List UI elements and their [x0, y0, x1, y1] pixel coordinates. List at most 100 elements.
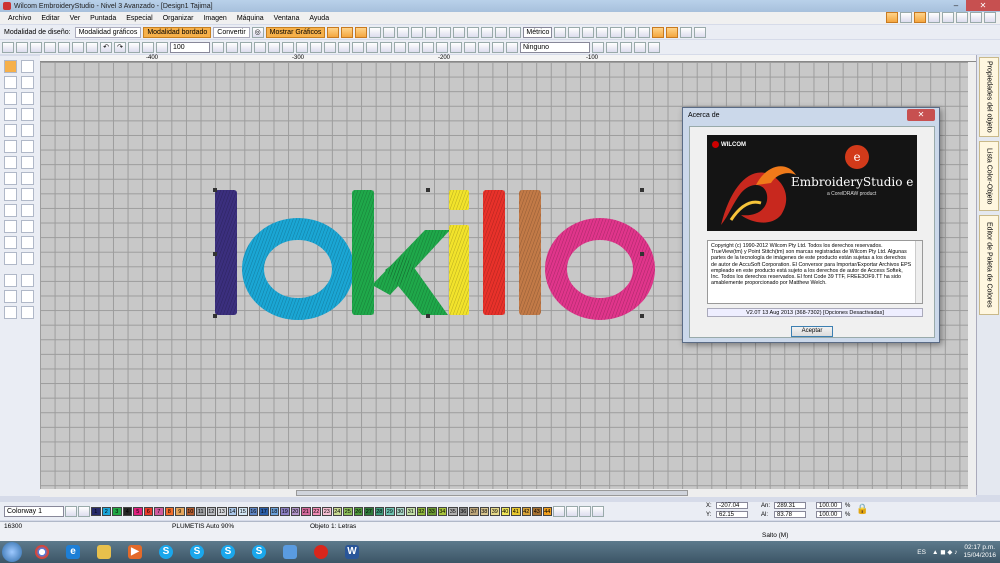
color-tool-icon[interactable]: [4, 290, 17, 303]
menu-editar[interactable]: Editar: [41, 15, 59, 22]
align-center-icon[interactable]: [268, 41, 280, 53]
selection-handle[interactable]: [213, 188, 217, 192]
color-swatch[interactable]: 5: [133, 506, 143, 516]
colorway-settings-icon[interactable]: [65, 505, 77, 517]
preview-icon[interactable]: [492, 41, 504, 53]
embroidery-mode-button[interactable]: Modalidad bordado: [143, 26, 212, 38]
license-text-box[interactable]: Copyright (c) 1990-2012 Wilcom Pty Ltd. …: [707, 240, 923, 304]
record-icon[interactable]: [408, 41, 420, 53]
paint-taskbar-icon[interactable]: [276, 542, 304, 562]
color-swatch[interactable]: 6: [143, 506, 153, 516]
effects-icon[interactable]: [680, 26, 693, 38]
selection-handle[interactable]: [426, 188, 430, 192]
convert-tool-icon[interactable]: [21, 236, 34, 249]
minimize-button[interactable]: –: [946, 0, 966, 11]
cut-tool-icon[interactable]: [58, 41, 70, 53]
add-color-icon[interactable]: [553, 505, 565, 517]
align-left-icon[interactable]: [254, 41, 266, 53]
menu-ver[interactable]: Ver: [70, 15, 81, 22]
new-icon[interactable]: [2, 41, 14, 53]
letter-i[interactable]: [449, 190, 469, 315]
lettering-icon[interactable]: [652, 26, 665, 38]
color-swatch[interactable]: 7: [154, 506, 164, 516]
chrome-taskbar-icon[interactable]: [28, 542, 56, 562]
weld-tool-icon[interactable]: [4, 236, 17, 249]
color-swatch[interactable]: 22: [311, 506, 321, 516]
media-player-taskbar-icon[interactable]: ▶: [121, 542, 149, 562]
color-swatch[interactable]: 21: [301, 506, 311, 516]
stamp-tool-icon[interactable]: [21, 188, 34, 201]
outline-tool-icon[interactable]: [4, 306, 17, 319]
ie-taskbar-icon[interactable]: e: [59, 542, 87, 562]
menu-maquina[interactable]: Máquina: [237, 15, 264, 22]
skype-taskbar-icon[interactable]: S: [152, 542, 180, 562]
motif-tool-icon[interactable]: [4, 188, 17, 201]
monogram-tool-icon[interactable]: [21, 156, 34, 169]
repeat-icon[interactable]: [596, 26, 609, 38]
bezier-tool-icon[interactable]: [21, 124, 34, 137]
width-field[interactable]: 289.31: [774, 502, 806, 509]
color-swatch[interactable]: 32: [416, 506, 426, 516]
zoom-fit-icon[interactable]: [212, 41, 224, 53]
selection-handle[interactable]: [640, 188, 644, 192]
table-icon[interactable]: [956, 12, 968, 23]
color-swatch[interactable]: 23: [322, 506, 332, 516]
color-swatch[interactable]: 33: [427, 506, 437, 516]
zoom-icon[interactable]: [128, 41, 140, 53]
color-swatch[interactable]: 20: [290, 506, 300, 516]
reshape-tool-icon[interactable]: [21, 60, 34, 73]
color-swatch[interactable]: 34: [437, 506, 447, 516]
satin-tool-icon[interactable]: [4, 92, 17, 105]
monitor-icon[interactable]: [942, 12, 954, 23]
open-icon[interactable]: [16, 41, 28, 53]
lasso-tool-icon[interactable]: [21, 204, 34, 217]
color-swatch[interactable]: 26: [353, 506, 363, 516]
language-indicator[interactable]: ES: [917, 549, 926, 556]
color-swatch[interactable]: 41: [511, 506, 521, 516]
letter-l-3[interactable]: [519, 190, 541, 315]
x-field[interactable]: -207.04: [716, 502, 748, 509]
explorer-taskbar-icon[interactable]: [90, 542, 118, 562]
hoop-select[interactable]: Ninguno: [520, 41, 590, 53]
color-swatch[interactable]: 10: [185, 506, 195, 516]
color-swatch[interactable]: 40: [500, 506, 510, 516]
letter-l-2[interactable]: [483, 190, 505, 315]
stack-icon[interactable]: [648, 41, 660, 53]
letter-o-1[interactable]: [242, 218, 354, 320]
word-taskbar-icon[interactable]: W: [338, 542, 366, 562]
height-field[interactable]: 83.78: [774, 511, 806, 518]
trim-tool-icon[interactable]: [4, 108, 17, 121]
lock-icon[interactable]: [970, 12, 982, 23]
embroidery-lettering[interactable]: [200, 185, 660, 320]
arrange-icon[interactable]: [366, 41, 378, 53]
color-icon[interactable]: [914, 12, 926, 23]
menu-imagen[interactable]: Imagen: [203, 15, 226, 22]
menu-organizar[interactable]: Organizar: [163, 15, 194, 22]
stitch-icon[interactable]: [900, 12, 912, 23]
color-swatch[interactable]: 13: [217, 506, 227, 516]
color-swatch[interactable]: 36: [458, 506, 468, 516]
colorway-select[interactable]: Colorway 1: [4, 505, 64, 517]
skype-taskbar-icon[interactable]: S: [183, 542, 211, 562]
knife-tool-icon[interactable]: [4, 220, 17, 233]
applique-tool-icon[interactable]: [4, 172, 17, 185]
layout-icon[interactable]: [634, 41, 646, 53]
lock-ratio-icon[interactable]: 🔒: [856, 504, 868, 515]
selection-handle[interactable]: [426, 314, 430, 318]
skype-taskbar-icon[interactable]: S: [214, 542, 242, 562]
text-tool-icon[interactable]: [4, 156, 17, 169]
grid-icon[interactable]: [928, 12, 940, 23]
group-icon[interactable]: [296, 41, 308, 53]
select-tool-icon[interactable]: [4, 60, 17, 73]
color-swatch[interactable]: 14: [227, 506, 237, 516]
ruler-icon[interactable]: [509, 26, 522, 38]
circle-tool-icon[interactable]: [4, 140, 17, 153]
color-swatch[interactable]: 44: [542, 506, 552, 516]
vertical-scrollbar[interactable]: [968, 62, 976, 489]
oval-tool-icon[interactable]: [4, 252, 17, 265]
hide-icon[interactable]: [592, 505, 604, 517]
color-object-list-tab[interactable]: Lista Color-Objeto: [979, 141, 999, 211]
show-graphics-button[interactable]: Mostrar Gráficos: [265, 26, 326, 38]
frame-icon[interactable]: [467, 26, 480, 38]
redo-icon[interactable]: ↷: [114, 41, 126, 53]
